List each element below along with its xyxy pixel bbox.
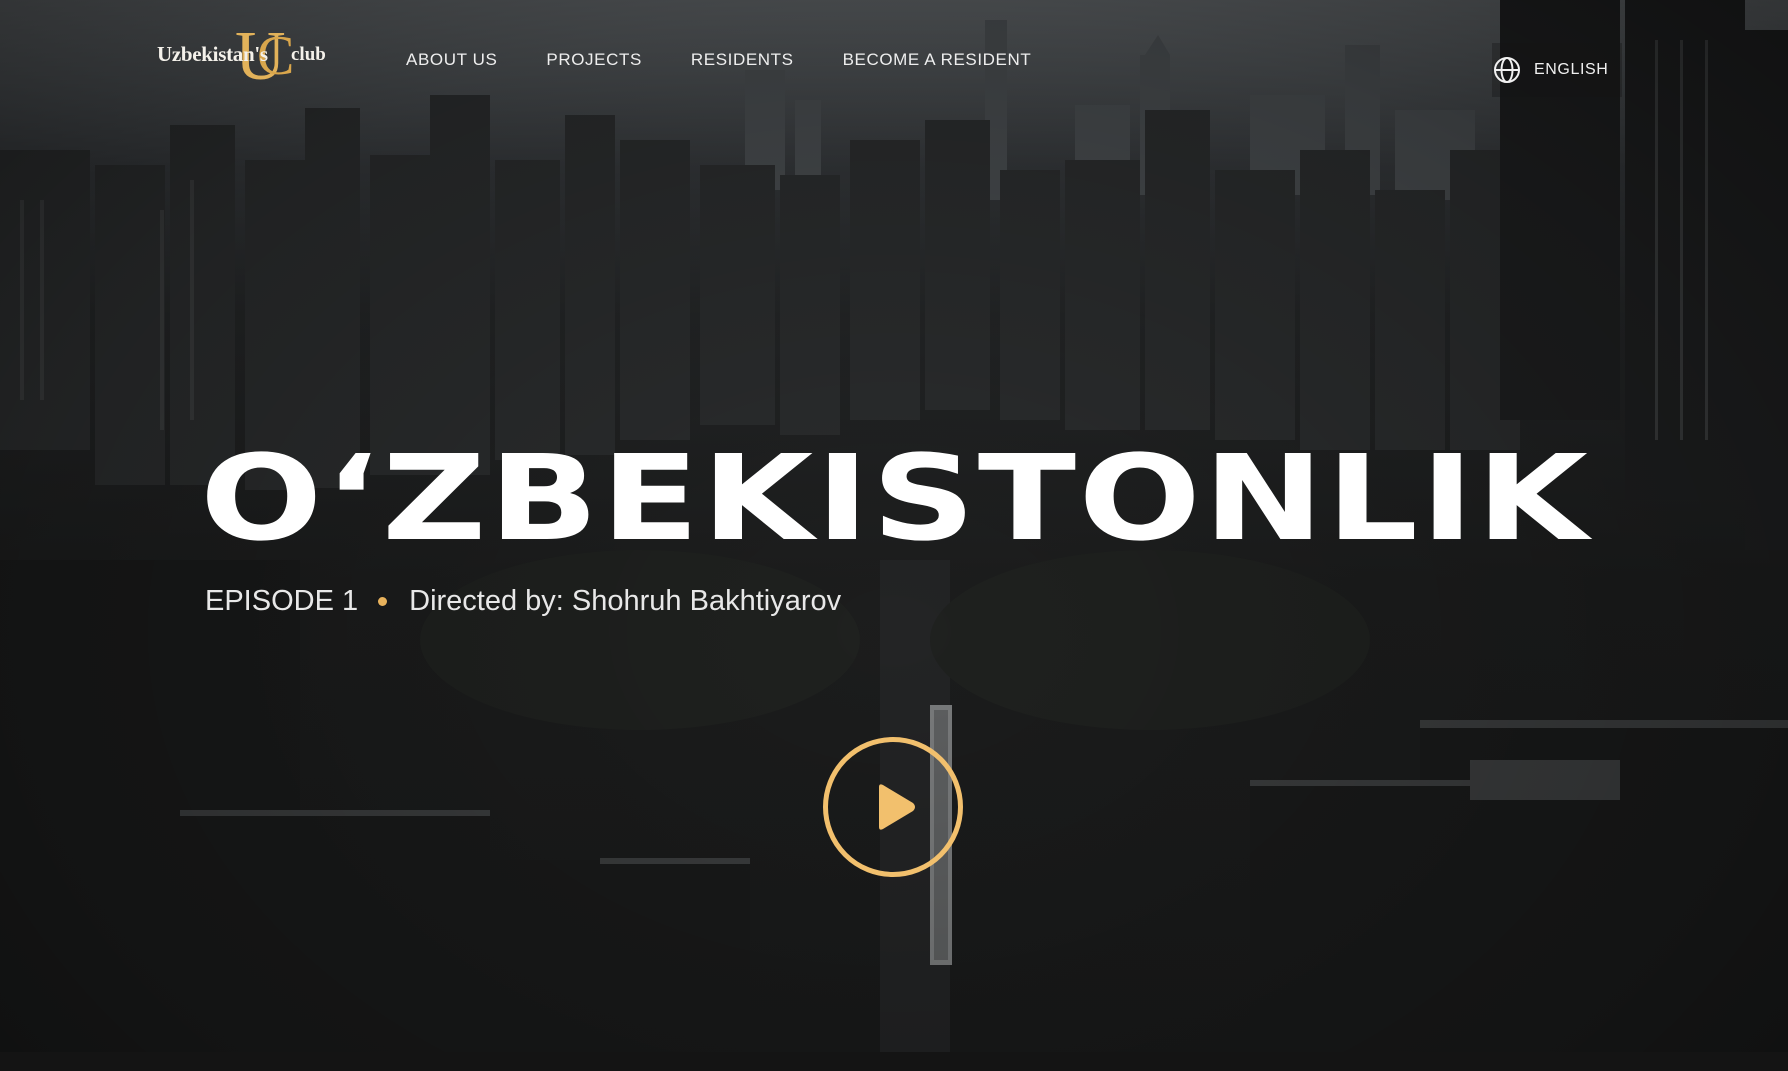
play-button[interactable]	[823, 737, 963, 877]
hero-title: O‘ZBEKISTONLIK	[200, 429, 1591, 567]
language-selector[interactable]: ENGLISH	[1492, 43, 1622, 97]
director-label: Directed by: Shohruh Bakhtiyarov	[409, 585, 842, 617]
language-label: ENGLISH	[1534, 61, 1609, 78]
play-icon	[879, 784, 915, 830]
main-nav: ABOUT US PROJECTS RESIDENTS BECOME A RES…	[406, 50, 1031, 70]
nav-about-us[interactable]: ABOUT US	[406, 50, 497, 70]
logo-suffix: club	[291, 44, 326, 65]
episode-label: EPISODE 1	[205, 585, 359, 617]
nav-become-a-resident[interactable]: BECOME A RESIDENT	[843, 50, 1032, 70]
bottom-strip	[0, 1052, 1788, 1071]
separator-dot	[378, 597, 388, 606]
hero-section: U C Uzbekistan's club ABOUT US PROJECTS …	[0, 0, 1788, 1052]
globe-icon	[1492, 55, 1522, 85]
logo[interactable]: U C Uzbekistan's club	[157, 22, 337, 98]
nav-projects[interactable]: PROJECTS	[546, 50, 641, 70]
episode-meta: EPISODE 1 Directed by: Shohruh Bakhtiyar…	[205, 585, 841, 618]
nav-residents[interactable]: RESIDENTS	[691, 50, 794, 70]
logo-text: Uzbekistan's	[157, 42, 268, 66]
